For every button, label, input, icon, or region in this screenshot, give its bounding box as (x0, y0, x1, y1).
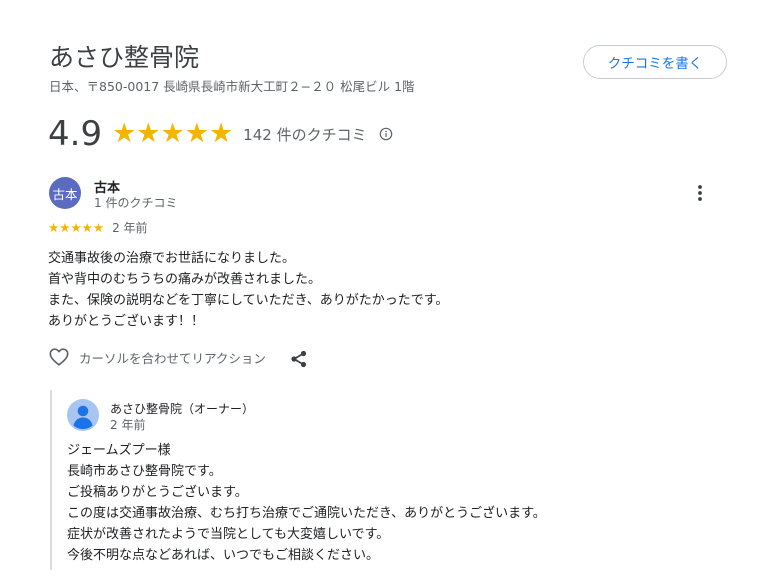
owner-reply-line: 今後不明な点などあれば、いつでもご相談ください。 (67, 548, 380, 563)
review-count-link[interactable]: 142 件のクチコミ (243, 124, 366, 145)
owner-reply-divider (50, 390, 52, 570)
star-icon: ★ (48, 219, 60, 235)
star-icon: ★ (136, 118, 161, 149)
owner-reply-line: 症状が改善されたようで当院としても大変嬉しいです。 (67, 527, 390, 542)
owner-reply-date: 2 年前 (110, 418, 146, 432)
star-icon: ★ (112, 118, 137, 149)
reaction-label[interactable]: カーソルを合わせてリアクション (79, 348, 266, 367)
review-line: また、保険の説明などを丁寧にしていただき、ありがたかったです。 (48, 293, 449, 308)
star-icon: ★ (160, 118, 185, 149)
heart-icon[interactable] (48, 346, 70, 368)
write-review-button[interactable]: クチコミを書く (583, 45, 727, 79)
owner-name: あさひ整骨院（オーナー） (110, 402, 255, 416)
owner-reply-line: ご投稿ありがとうございます。 (67, 485, 248, 500)
business-address: 日本、〒850-0017 長崎県長崎市新大工町２−２０ 松尾ビル 1階 (49, 79, 415, 94)
info-icon[interactable] (379, 127, 393, 141)
star-icon: ★ (208, 118, 234, 149)
review-line: 首や背中のむちうちの痛みが改善されました。 (48, 272, 322, 287)
review-text: 交通事故後の治療でお世話になりました。 首や背中のむちうちの痛みが改善されました… (48, 248, 448, 332)
star-icon: ★ (81, 219, 93, 235)
star-icon: ★ (184, 118, 209, 149)
rating-stars: ★ ★ ★ ★ ★ (112, 119, 233, 149)
owner-reply-text: ジェームズプー様 長崎市あさひ整骨院です。 ご投稿ありがとうございます。 この度… (67, 440, 546, 566)
average-rating: 4.9 (48, 114, 103, 154)
review-rating: ★ ★ ★ ★ ★ 2 年前 (48, 219, 148, 236)
share-icon[interactable] (289, 349, 309, 369)
reaction-row[interactable]: カーソルを合わせてリアクション (48, 346, 266, 368)
reviewer-avatar[interactable]: 古本 (49, 177, 81, 209)
star-icon: ★ (70, 219, 82, 235)
star-icon: ★ (59, 219, 71, 235)
business-title: あさひ整骨院 (49, 43, 200, 72)
review-date: 2 年前 (112, 221, 148, 235)
more-vert-icon[interactable] (692, 183, 708, 203)
reviewer-review-count: 1 件のクチコミ (94, 196, 178, 210)
owner-reply-line: ジェームズプー様 (67, 443, 171, 458)
rating-summary: 4.9 ★ ★ ★ ★ ★ 142 件のクチコミ (48, 112, 393, 156)
owner-reply-line: この度は交通事故治療、むち打ち治療でご通院いただき、ありがとうございます。 (67, 506, 546, 521)
person-avatar-icon (67, 399, 99, 431)
owner-reply-line: 長崎市あさひ整骨院です。 (67, 464, 222, 479)
star-icon: ★ (92, 219, 105, 235)
review-line: ありがとうございます！！ (48, 314, 205, 329)
review-line: 交通事故後の治療でお世話になりました。 (48, 251, 296, 266)
